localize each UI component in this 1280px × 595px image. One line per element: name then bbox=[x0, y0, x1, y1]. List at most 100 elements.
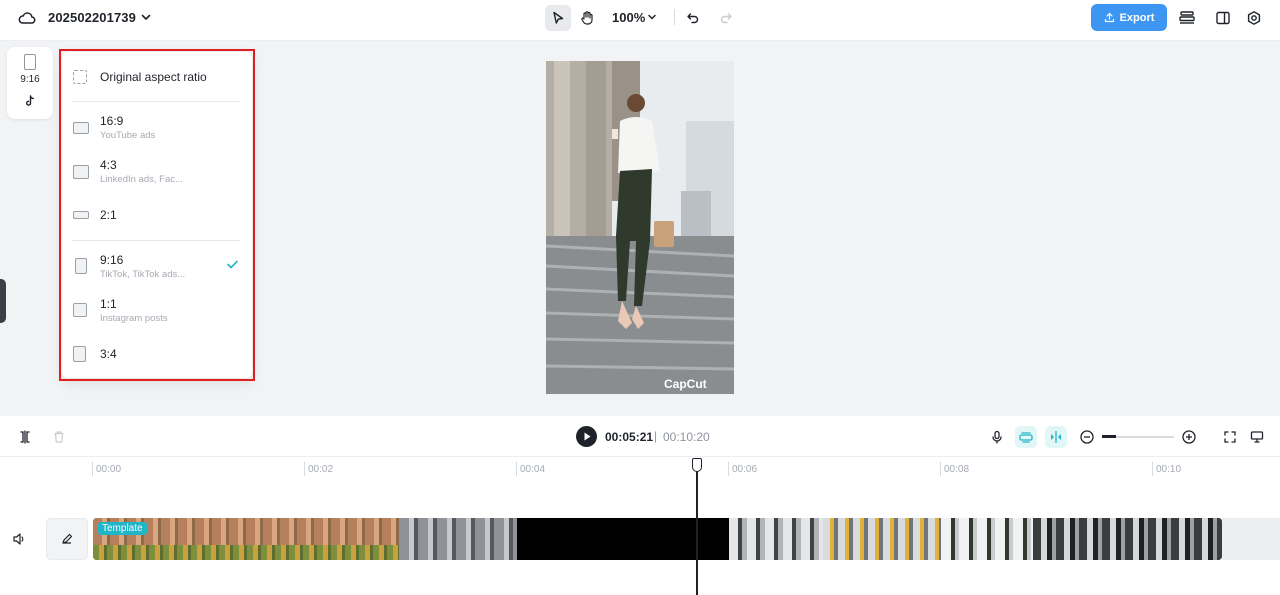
option-name: 9:16 bbox=[100, 253, 124, 267]
zoom-out-icon bbox=[1080, 430, 1094, 444]
ratio-1-1-icon bbox=[73, 303, 87, 317]
undo-button[interactable] bbox=[680, 5, 706, 31]
check-icon bbox=[227, 260, 238, 269]
preview-frame-image bbox=[546, 61, 734, 394]
magnet-icon bbox=[1019, 432, 1033, 443]
clip-segment[interactable] bbox=[823, 518, 941, 560]
fit-timeline-button[interactable] bbox=[1219, 426, 1241, 448]
cloud-icon[interactable] bbox=[18, 9, 36, 27]
option-name: 3:4 bbox=[100, 347, 117, 361]
layers-button[interactable] bbox=[1174, 5, 1200, 31]
ruler-label: 00:06 bbox=[732, 464, 758, 475]
ruler-label: 00:04 bbox=[520, 464, 546, 475]
zoom-in-button[interactable] bbox=[1178, 426, 1200, 448]
split-icon bbox=[20, 430, 30, 444]
portrait-frame-icon bbox=[24, 54, 36, 70]
ruler-tick bbox=[304, 462, 305, 476]
current-ratio: 9:16 bbox=[20, 74, 40, 85]
toolbar-divider bbox=[674, 9, 675, 25]
timeline-toolbar: 00:05:21 | 00:10:20 bbox=[0, 416, 1280, 457]
option-desc: TikTok, TikTok ads... bbox=[100, 269, 186, 280]
speaker-icon[interactable] bbox=[12, 532, 26, 546]
option-1-1[interactable]: 1:1 Instagram posts bbox=[72, 292, 242, 328]
redo-button[interactable] bbox=[713, 5, 739, 31]
zoom-level[interactable]: 100% bbox=[612, 10, 645, 25]
playhead-handle[interactable] bbox=[692, 458, 702, 472]
ratio-2-1-icon bbox=[73, 211, 89, 219]
option-name: 16:9 bbox=[100, 114, 124, 128]
template-badge: Template bbox=[98, 522, 147, 535]
snap-button[interactable] bbox=[1045, 426, 1067, 448]
capcut-watermark: CapCut bbox=[664, 377, 707, 391]
original-ratio-icon bbox=[73, 70, 87, 84]
option-4-3[interactable]: 4:3 LinkedIn ads, Fac... bbox=[72, 154, 242, 190]
export-label: Export bbox=[1119, 11, 1155, 24]
ruler-label: 00:10 bbox=[1156, 464, 1182, 475]
play-icon bbox=[584, 432, 591, 441]
project-name[interactable]: 202502201739 bbox=[48, 10, 136, 25]
present-button[interactable] bbox=[1246, 426, 1268, 448]
top-toolbar: 202502201739 100% Export bbox=[0, 0, 1280, 41]
ruler-label: 00:08 bbox=[944, 464, 970, 475]
ruler-tick bbox=[940, 462, 941, 476]
option-3-4[interactable]: 3:4 bbox=[72, 336, 242, 372]
zoom-chevron-icon[interactable] bbox=[647, 12, 657, 22]
zoom-out-button[interactable] bbox=[1076, 426, 1098, 448]
ratio-16-9-icon bbox=[73, 122, 89, 134]
playhead[interactable] bbox=[696, 458, 698, 595]
time-divider: | bbox=[654, 429, 658, 443]
auto-caption-button[interactable] bbox=[1015, 426, 1037, 448]
layers-icon bbox=[1179, 11, 1195, 24]
ruler-label: 00:02 bbox=[308, 464, 334, 475]
zoom-slider-fill bbox=[1102, 435, 1116, 438]
record-audio-button[interactable] bbox=[986, 426, 1008, 448]
timeline-panel: 00:05:21 | 00:10:20 00:00 00:02 00:04 00… bbox=[0, 416, 1280, 595]
option-16-9[interactable]: 16:9 YouTube ads bbox=[72, 110, 242, 146]
ruler-tick bbox=[92, 462, 93, 476]
current-time: 00:05:21 bbox=[605, 430, 654, 444]
play-button[interactable] bbox=[576, 426, 597, 447]
total-time: 00:10:20 bbox=[663, 430, 710, 444]
video-track[interactable] bbox=[93, 518, 1222, 560]
video-preview[interactable]: CapCut bbox=[546, 61, 734, 394]
menu-divider bbox=[72, 101, 240, 102]
trash-icon bbox=[54, 431, 64, 443]
aspect-ratio-card[interactable]: 9:16 bbox=[7, 47, 53, 119]
upload-icon bbox=[1104, 12, 1114, 23]
cursor-icon bbox=[553, 11, 564, 24]
option-desc: YouTube ads bbox=[100, 130, 156, 141]
clip-segment[interactable] bbox=[729, 518, 823, 560]
clip-segment[interactable] bbox=[399, 518, 517, 560]
chevron-down-icon[interactable] bbox=[140, 11, 152, 23]
clip-segment[interactable] bbox=[1033, 518, 1222, 560]
select-tool-button[interactable] bbox=[545, 5, 571, 31]
pencil-icon bbox=[62, 533, 73, 544]
settings-button[interactable] bbox=[1241, 5, 1267, 31]
delete-button[interactable] bbox=[48, 426, 70, 448]
split-button[interactable] bbox=[14, 426, 36, 448]
fullscreen-icon bbox=[1224, 431, 1236, 443]
microphone-icon bbox=[992, 430, 1002, 444]
clip-segment[interactable] bbox=[941, 518, 1033, 560]
snap-icon bbox=[1051, 431, 1061, 443]
ruler-label: 00:00 bbox=[96, 464, 122, 475]
ruler-tick bbox=[728, 462, 729, 476]
aspect-ratio-menu: Original aspect ratio 16:9 YouTube ads 4… bbox=[62, 52, 252, 378]
ruler-tick bbox=[1152, 462, 1153, 476]
hand-tool-button[interactable] bbox=[574, 5, 600, 31]
split-panel-icon bbox=[1216, 11, 1230, 25]
track-empty-area[interactable] bbox=[1222, 518, 1280, 560]
option-2-1[interactable]: 2:1 bbox=[72, 197, 242, 233]
gear-icon bbox=[1247, 11, 1261, 25]
option-original-label: Original aspect ratio bbox=[100, 70, 207, 84]
option-original[interactable]: Original aspect ratio bbox=[72, 59, 242, 95]
option-9-16[interactable]: 9:16 TikTok, TikTok ads... bbox=[72, 248, 242, 284]
time-ruler[interactable]: 00:00 00:02 00:04 00:06 00:08 00:10 bbox=[0, 458, 1280, 478]
cover-edit-button[interactable] bbox=[46, 518, 88, 560]
zoom-in-icon bbox=[1182, 430, 1196, 444]
export-button[interactable]: Export bbox=[1091, 4, 1167, 31]
ratio-9-16-icon bbox=[75, 258, 87, 274]
panel-toggle-button[interactable] bbox=[1210, 5, 1236, 31]
side-panel-handle[interactable] bbox=[0, 279, 6, 323]
tiktok-icon bbox=[26, 95, 34, 106]
